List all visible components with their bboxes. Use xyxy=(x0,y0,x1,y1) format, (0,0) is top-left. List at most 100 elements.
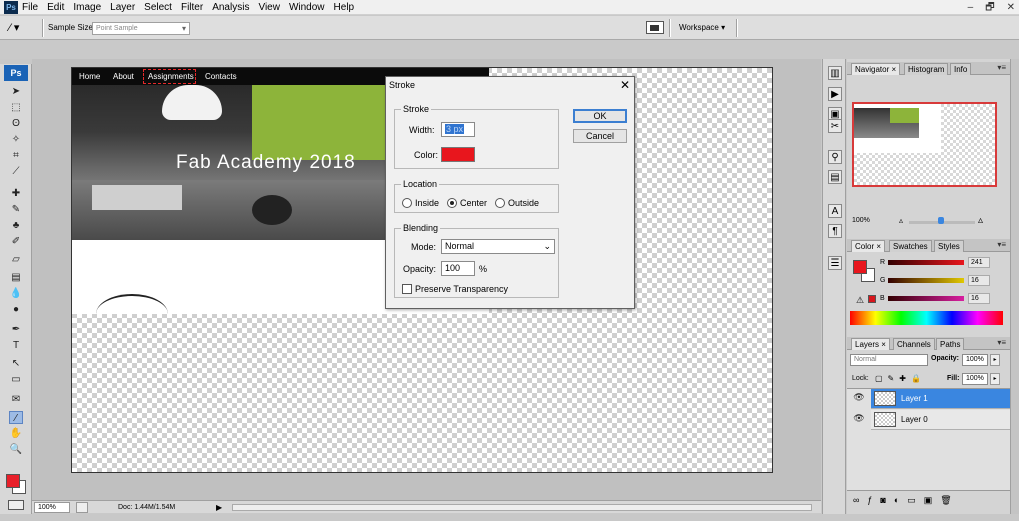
stroke-color-swatch[interactable] xyxy=(441,147,475,162)
clone-stamp-tool-icon[interactable]: ♣ xyxy=(9,219,23,232)
navigator-zoom-value[interactable]: 100% xyxy=(852,217,870,224)
layer-fill-input[interactable]: 100% xyxy=(962,373,988,385)
menu-edit[interactable]: Edit xyxy=(47,0,64,15)
dodge-tool-icon[interactable]: ● xyxy=(9,303,23,316)
preserve-transparency-checkbox[interactable] xyxy=(402,284,412,294)
workspace-icon[interactable] xyxy=(646,21,664,34)
channel-slider-b[interactable] xyxy=(888,296,964,301)
info-panel-icon[interactable]: ☰ xyxy=(828,256,842,270)
blur-tool-icon[interactable]: 💧 xyxy=(9,287,23,300)
navigator-thumbnail[interactable] xyxy=(852,102,997,187)
menu-layer[interactable]: Layer xyxy=(110,0,135,15)
sample-size-select[interactable]: Point Sample xyxy=(92,22,190,35)
menu-filter[interactable]: Filter xyxy=(181,0,203,15)
marquee-tool-icon[interactable]: ⬚ xyxy=(9,101,23,114)
history-brush-tool-icon[interactable]: ✐ xyxy=(9,235,23,248)
zoom-in-icon[interactable]: ▵ xyxy=(978,215,983,226)
eraser-tool-icon[interactable]: ▱ xyxy=(9,253,23,266)
minimize-button[interactable]: – xyxy=(968,0,974,15)
tab-paths[interactable]: Paths xyxy=(936,338,965,350)
menu-window[interactable]: Window xyxy=(289,0,325,15)
path-selection-tool-icon[interactable]: ↖ xyxy=(9,357,23,370)
paragraph-panel-icon[interactable]: ¶ xyxy=(828,224,842,238)
fill-slider-arrow[interactable]: ▸ xyxy=(990,373,1000,385)
zoom-tool-icon[interactable]: 🔍 xyxy=(9,443,23,456)
mode-select[interactable]: Normal ⌄ xyxy=(441,239,555,254)
layer-blend-mode-select[interactable]: Normal xyxy=(850,354,928,366)
gamut-swatch[interactable] xyxy=(868,295,876,303)
status-zoom-input[interactable]: 100% xyxy=(34,502,70,513)
zoom-out-icon[interactable]: ▵ xyxy=(899,216,903,225)
width-input[interactable]: 3 px xyxy=(441,122,475,137)
close-icon[interactable]: ✕ xyxy=(618,78,632,92)
layer-row[interactable]: 👁 Layer 0 xyxy=(853,410,1016,430)
ok-button[interactable]: OK xyxy=(573,109,627,123)
tab-histogram[interactable]: Histogram xyxy=(904,63,949,75)
eyedropper-tool-icon[interactable]: ⁄ xyxy=(9,411,23,424)
lasso-tool-icon[interactable]: ʘ xyxy=(9,117,23,130)
menu-select[interactable]: Select xyxy=(144,0,172,15)
cancel-button[interactable]: Cancel xyxy=(573,129,627,143)
notes-tool-icon[interactable]: ✉ xyxy=(9,393,23,406)
status-icon[interactable] xyxy=(76,502,88,513)
channel-value-g[interactable]: 16 xyxy=(968,275,990,286)
tab-layers[interactable]: Layers × xyxy=(851,338,890,350)
zoom-slider-handle[interactable] xyxy=(938,217,944,224)
outside-radio[interactable] xyxy=(495,198,505,208)
layer-actions-bar[interactable]: ∞ƒ◙◐▭▣🗑 xyxy=(847,490,1010,514)
tab-styles[interactable]: Styles xyxy=(934,240,964,252)
menu-help[interactable]: Help xyxy=(334,0,355,15)
tab-navigator[interactable]: Navigator × xyxy=(851,63,901,75)
panel-menu-icon[interactable]: ▾≡ xyxy=(997,337,1006,349)
channel-value-r[interactable]: 241 xyxy=(968,257,990,268)
warning-icon[interactable]: ⚠ xyxy=(856,295,864,306)
panel-menu-icon[interactable]: ▾≡ xyxy=(997,62,1006,74)
tab-swatches[interactable]: Swatches xyxy=(889,240,932,252)
magic-wand-tool-icon[interactable]: ✧ xyxy=(9,133,23,146)
pen-tool-icon[interactable]: ✒ xyxy=(9,323,23,336)
history-icon[interactable]: ▤ xyxy=(828,170,842,184)
healing-brush-tool-icon[interactable]: ✚ xyxy=(9,187,23,200)
type-tool-icon[interactable]: T xyxy=(9,339,23,352)
menu-analysis[interactable]: Analysis xyxy=(212,0,249,15)
channel-slider-r[interactable] xyxy=(888,260,964,265)
actions-icon[interactable]: ⚲ xyxy=(828,150,842,164)
toolbox-grip[interactable] xyxy=(0,59,32,64)
tab-info[interactable]: Info xyxy=(950,63,972,75)
channel-value-b[interactable]: 16 xyxy=(968,293,990,304)
opacity-input[interactable]: 100 xyxy=(441,261,475,276)
tab-color[interactable]: Color × xyxy=(851,240,886,252)
color-ramp[interactable] xyxy=(850,311,1003,325)
horizontal-scrollbar[interactable] xyxy=(232,504,812,511)
clone-source-icon[interactable]: ✂ xyxy=(828,119,842,133)
opacity-slider-arrow[interactable]: ▸ xyxy=(990,354,1000,366)
inside-radio[interactable] xyxy=(402,198,412,208)
panel-menu-icon[interactable]: ▾≡ xyxy=(997,239,1006,251)
brushes-panel-icon[interactable]: ▥ xyxy=(828,66,842,80)
lock-icons[interactable]: ▢✎✚🔒 xyxy=(875,374,926,383)
move-tool-icon[interactable]: ➤ xyxy=(9,85,23,98)
channel-slider-g[interactable] xyxy=(888,278,964,283)
restore-button[interactable]: 🗗 xyxy=(985,0,994,15)
foreground-color-swatch[interactable] xyxy=(6,474,20,488)
tool-presets-icon[interactable]: ▶ xyxy=(828,87,842,101)
status-menu-arrow-icon[interactable]: ▶ xyxy=(216,501,222,514)
menu-view[interactable]: View xyxy=(258,0,280,15)
quick-mask-button[interactable] xyxy=(8,500,24,510)
visibility-eye-icon[interactable]: 👁 xyxy=(851,413,867,427)
menu-file[interactable]: File xyxy=(22,0,38,15)
tab-channels[interactable]: Channels xyxy=(893,338,935,350)
eyedropper-preset-icon[interactable]: ⁄ ▾ xyxy=(9,20,39,36)
workspace-menu[interactable]: Workspace ▾ xyxy=(679,16,725,40)
brush-tool-icon[interactable]: ✎ xyxy=(9,203,23,216)
gradient-tool-icon[interactable]: ▤ xyxy=(9,271,23,284)
menu-image[interactable]: Image xyxy=(73,0,101,15)
layer-opacity-input[interactable]: 100% xyxy=(962,354,988,366)
center-radio[interactable] xyxy=(447,198,457,208)
hand-tool-icon[interactable]: ✋ xyxy=(9,427,23,440)
shape-tool-icon[interactable]: ▭ xyxy=(9,373,23,386)
character-panel-icon[interactable]: A xyxy=(828,204,842,218)
visibility-eye-icon[interactable]: 👁 xyxy=(851,392,867,406)
close-window-button[interactable]: ✕ xyxy=(1007,0,1015,15)
foreground-color-swatch[interactable] xyxy=(853,260,867,274)
